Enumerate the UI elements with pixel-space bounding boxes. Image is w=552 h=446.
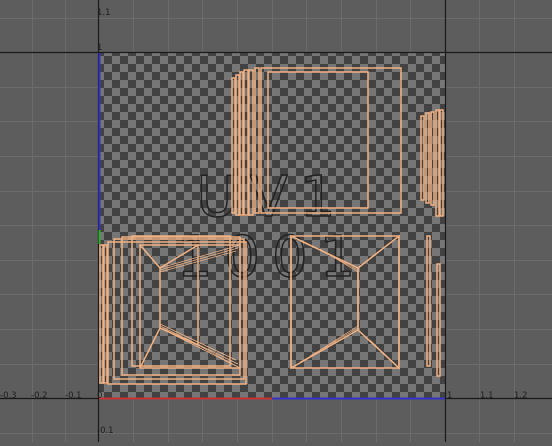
u-label-0: 0 — [97, 391, 102, 401]
u-label-neg-0-1: -0.1 — [65, 391, 82, 401]
v-label-1-1: 1.1 — [97, 8, 111, 18]
u-label-neg-0-2: -0.2 — [31, 391, 48, 401]
uv-canvas[interactable]: UV1 1001 1.1 1 -0.1 -0.3 -0.2 -0.1 0 1 1… — [0, 0, 552, 442]
v-label-neg-0-1: -0.1 — [97, 426, 114, 436]
u-label-neg-0-3: -0.3 — [0, 391, 17, 401]
uv-editor-viewport[interactable]: UV1 1001 1.1 1 -0.1 -0.3 -0.2 -0.1 0 1 1… — [0, 0, 552, 442]
tile-label-uv: UV1 — [197, 165, 348, 230]
u-label-1: 1 — [447, 391, 452, 401]
v-label-1: 1 — [97, 43, 102, 53]
u-label-1-2: 1.2 — [514, 391, 528, 401]
u-label-1-1: 1.1 — [480, 391, 494, 401]
